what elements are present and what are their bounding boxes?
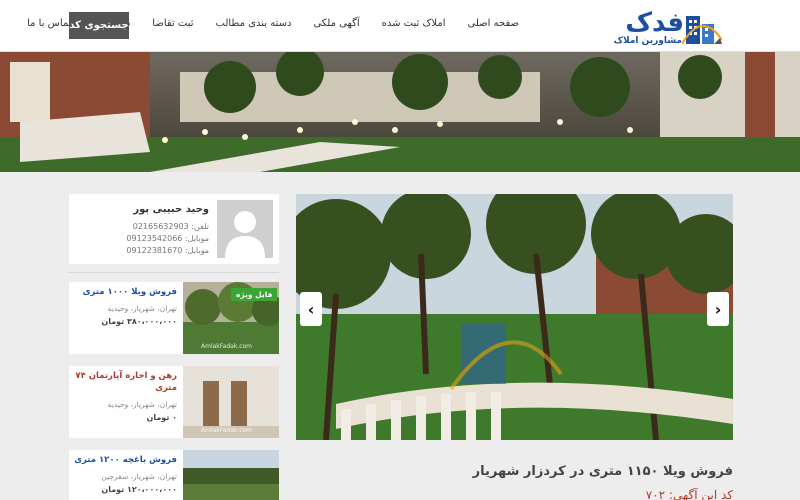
site-header: فدک مشاورین املاک صفحه اصلی املاک ثبت شد… xyxy=(0,0,800,52)
code-search-button[interactable]: جستجوی کد xyxy=(69,12,129,39)
nav-categories[interactable]: دسته بندی مطالب xyxy=(205,14,303,33)
agent-mobile-2[interactable]: موبایل: 09122381670 xyxy=(126,246,209,255)
listing-image[interactable] xyxy=(183,450,279,500)
nav-property-ads[interactable]: آگهی ملکی xyxy=(302,14,370,33)
agent-name: وحید حبیبی پور xyxy=(133,204,209,215)
hero-banner xyxy=(0,52,800,172)
nav-registered-properties[interactable]: املاک ثبت شده xyxy=(371,14,457,33)
site-logo[interactable]: فدک مشاورین املاک xyxy=(592,6,722,48)
listing-image[interactable]: AmlakFadak.com xyxy=(183,366,279,438)
listing-location: تهران، شهریار، سفرچین xyxy=(101,472,177,481)
agent-mobile-1[interactable]: موبایل: 09123542066 xyxy=(126,234,209,243)
image-watermark: AmlakFadak.com xyxy=(201,427,253,434)
nav-home[interactable]: صفحه اصلی xyxy=(457,14,530,33)
listing-image[interactable]: فایل ویژه AmlakFadak.com xyxy=(183,282,279,354)
gallery-prev-arrow[interactable]: ‹ xyxy=(300,292,322,326)
listing-title[interactable]: فروش باغچه ۱۲۰۰ متری xyxy=(73,454,177,466)
agent-card: وحید حبیبی پور تلفن: 02165632903 موبایل:… xyxy=(69,194,279,264)
chevron-right-icon: › xyxy=(714,299,722,319)
listing-info: فروش باغچه ۱۲۰۰ متری تهران، شهریار، سفرچ… xyxy=(69,450,183,500)
agent-avatar xyxy=(217,200,273,258)
hero-garden-image xyxy=(0,52,800,172)
listing-location: تهران، شهریار، وحیدیه xyxy=(107,304,177,313)
listing-price: ۱۲۰،۰۰۰،۰۰۰ تومان xyxy=(101,485,177,494)
image-watermark: AmlakFadak.com xyxy=(201,343,253,350)
property-photo xyxy=(296,194,733,440)
sidebar-divider xyxy=(69,272,279,273)
building-logo-icon xyxy=(682,16,722,45)
gallery-next-arrow[interactable]: › xyxy=(707,292,729,326)
property-gallery[interactable]: ‹ › xyxy=(296,194,733,440)
user-placeholder-icon xyxy=(225,211,265,258)
listing-info: رهن و اجاره آپارتمان ۷۴ متری تهران، شهری… xyxy=(69,366,183,438)
listing-info: فروش ویلا ۱۰۰۰ متری تهران، شهریار، وحیدی… xyxy=(69,282,183,354)
listing-price: ۰ تومان xyxy=(146,413,177,422)
property-title: فروش ویلا ۱۱۵۰ متری در کردزار شهریار xyxy=(472,464,733,479)
listing-location: تهران، شهریار، وحیدیه xyxy=(107,400,177,409)
chevron-left-icon: ‹ xyxy=(307,299,315,319)
listing-price: ۳۸۰،۰۰۰،۰۰۰ تومان xyxy=(101,317,177,326)
logo-subtitle: مشاورین املاک xyxy=(613,36,682,46)
listing-card[interactable]: AmlakFadak.com رهن و اجاره آپارتمان ۷۴ م… xyxy=(69,366,279,438)
property-code: کد این آگهی: ۷۰۲ xyxy=(645,488,733,500)
nav-submit-request[interactable]: ثبت تقاضا xyxy=(141,14,204,33)
agent-phone[interactable]: تلفن: 02165632903 xyxy=(133,222,209,231)
logo-title: فدک xyxy=(625,8,684,38)
listing-card[interactable]: فایل ویژه AmlakFadak.com فروش ویلا ۱۰۰۰ … xyxy=(69,282,279,354)
listing-card[interactable]: فروش باغچه ۱۲۰۰ متری تهران، شهریار، سفرچ… xyxy=(69,450,279,500)
listing-title[interactable]: رهن و اجاره آپارتمان ۷۴ متری xyxy=(73,370,177,394)
listing-title[interactable]: فروش ویلا ۱۰۰۰ متری xyxy=(73,286,177,298)
featured-badge: فایل ویژه xyxy=(231,288,278,301)
